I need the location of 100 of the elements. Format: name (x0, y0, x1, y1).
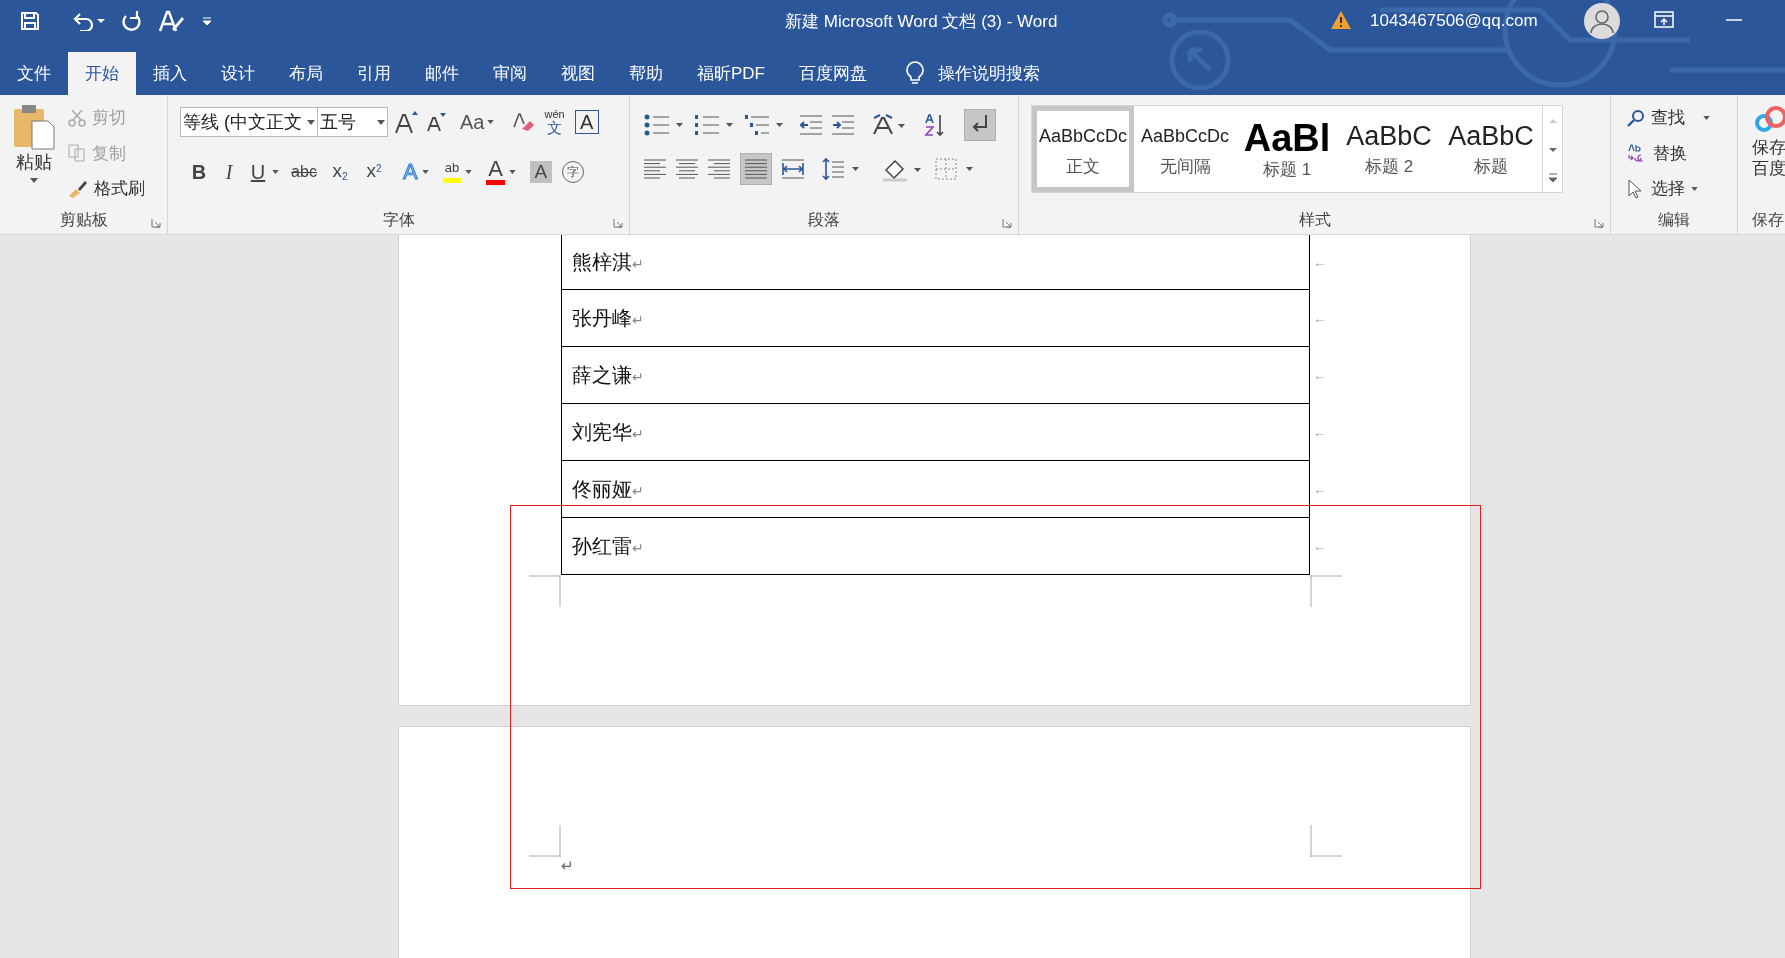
ribbon-tab[interactable]: 引用 (340, 52, 408, 95)
redo-icon[interactable] (120, 9, 142, 32)
brush-icon[interactable] (68, 179, 88, 198)
save-to-baidu-button[interactable]: 保存 百度 (1752, 137, 1785, 179)
align-left-icon[interactable] (644, 158, 666, 180)
spelling-icon[interactable] (158, 8, 184, 33)
group-label: 字体 (382, 210, 415, 230)
customize-icon[interactable] (202, 15, 212, 26)
dropdown-icon[interactable] (465, 169, 473, 174)
multilevel-list-icon[interactable] (744, 113, 784, 137)
strikethrough-button[interactable]: abc (287, 159, 321, 184)
character-border-button[interactable]: A (574, 110, 599, 134)
character-shading-button[interactable]: A (529, 160, 552, 183)
sort-icon[interactable] (924, 113, 946, 137)
numbering-icon[interactable] (694, 113, 734, 137)
style-item[interactable]: AaBl 标题 1 (1236, 106, 1338, 192)
account-name[interactable]: 1043467506@qq.com (1370, 8, 1538, 34)
ribbon-tab[interactable]: 开始 (68, 52, 136, 95)
highlight-button[interactable]: ab (442, 160, 462, 183)
undo-icon[interactable] (72, 10, 106, 31)
italic-button[interactable]: I (214, 156, 244, 187)
window-title: 新建 Microsoft Word 文档 (3) - Word (785, 11, 1058, 33)
ribbon-tab[interactable]: 福昕PDF (680, 52, 782, 95)
font-color-button[interactable]: A (486, 158, 505, 185)
ribbon-tab[interactable]: 插入 (136, 52, 204, 95)
ribbon-tab[interactable]: 邮件 (408, 52, 476, 95)
dropdown-icon[interactable] (1691, 186, 1698, 191)
margin-mark (529, 575, 561, 607)
line-spacing-icon[interactable] (822, 157, 860, 181)
style-item[interactable]: AaBbC 标题 (1440, 106, 1542, 192)
font-name-field[interactable]: 等线 (中文正文 (180, 107, 318, 137)
dropdown-icon[interactable] (272, 169, 279, 174)
lightbulb-icon[interactable] (906, 61, 924, 85)
change-case-button[interactable]: Aa (460, 107, 485, 137)
grow-font-icon[interactable] (394, 110, 418, 134)
ribbon-display-icon[interactable] (1654, 11, 1674, 28)
table-cell: 孙红雷↵ (561, 518, 1310, 575)
ribbon-tab[interactable]: 百度网盘 (782, 52, 884, 95)
select-button[interactable]: 选择 (1651, 176, 1685, 202)
subscript-button[interactable]: x$_{2}$ (327, 157, 353, 186)
justify-icon[interactable] (740, 153, 772, 185)
align-right-icon[interactable] (708, 158, 730, 180)
end-of-row-mark: ← (1313, 423, 1326, 442)
dialog-launcher-icon[interactable] (151, 218, 161, 228)
warning-icon[interactable] (1330, 10, 1352, 30)
group-label: 段落 (808, 210, 840, 230)
superscript-button[interactable]: x$^{2}$ (361, 157, 387, 186)
group-label: 编辑 (1658, 210, 1690, 230)
ribbon-tab[interactable]: 设计 (204, 52, 272, 95)
format-painter-button[interactable]: 格式刷 (94, 176, 145, 202)
end-of-row-mark: ← (1313, 253, 1326, 272)
paste-button[interactable]: 粘贴 (16, 151, 52, 174)
underline-button[interactable]: U (244, 156, 272, 187)
style-item[interactable]: AaBbC 标题 2 (1338, 106, 1440, 192)
save-icon[interactable] (20, 10, 40, 31)
ribbon-tab[interactable]: 审阅 (476, 52, 544, 95)
dropdown-icon[interactable] (1703, 115, 1710, 120)
distributed-icon[interactable] (782, 158, 804, 180)
avatar-icon[interactable] (1584, 3, 1620, 39)
bold-button[interactable]: B (184, 156, 214, 187)
tell-me-search[interactable]: 操作说明搜索 (924, 52, 1054, 95)
search-icon[interactable] (1627, 108, 1645, 127)
style-item[interactable]: AaBbCcDc 正文 (1032, 106, 1134, 192)
end-of-row-mark: ← (1313, 480, 1326, 499)
end-of-row-mark: ← (1313, 309, 1326, 328)
eraser-icon[interactable] (512, 111, 535, 133)
font-size-field[interactable]: 五号 (318, 107, 388, 137)
table-cell: 刘宪华↵ (561, 404, 1310, 461)
style-item[interactable]: AaBbCcDc 无间隔 (1134, 106, 1236, 192)
dropdown-icon[interactable] (307, 119, 315, 125)
paste-icon[interactable] (12, 103, 56, 151)
ribbon-tab[interactable]: 视图 (544, 52, 612, 95)
dialog-launcher-icon[interactable] (613, 218, 623, 228)
show-marks-icon[interactable] (964, 109, 996, 141)
decrease-indent-icon[interactable] (800, 114, 822, 136)
margin-mark (1310, 825, 1342, 857)
table-cell: 佟丽娅↵ (561, 461, 1310, 518)
table-cell: 张丹峰↵ (561, 290, 1310, 347)
ribbon-tab[interactable]: 帮助 (612, 52, 680, 95)
dropdown-icon[interactable] (30, 177, 38, 183)
phonetic-guide-button[interactable]: wén 文 (544, 109, 565, 135)
dropdown-icon[interactable] (377, 119, 385, 125)
ribbon-tab[interactable]: 布局 (272, 52, 340, 95)
dropdown-icon[interactable] (421, 169, 429, 174)
dialog-launcher-icon[interactable] (1594, 218, 1604, 228)
dropdown-icon[interactable] (487, 120, 495, 124)
table-cell: 薛之谦↵ (561, 347, 1310, 404)
paragraph-mark: ↵ (561, 856, 574, 876)
dialog-launcher-icon[interactable] (1002, 218, 1012, 228)
center-icon[interactable] (676, 158, 698, 180)
ribbon-tab[interactable]: 文件 (0, 52, 68, 95)
shrink-font-icon[interactable] (426, 112, 446, 132)
text-direction-icon[interactable] (872, 114, 906, 136)
bullets-icon[interactable] (644, 113, 684, 137)
dropdown-icon[interactable] (508, 169, 516, 174)
end-of-row-mark: ← (1313, 537, 1326, 556)
find-button[interactable]: 查找 (1651, 105, 1685, 131)
increase-indent-icon[interactable] (832, 114, 854, 136)
group-label: 样式 (1298, 210, 1331, 230)
replace-button[interactable]: 替换 (1653, 140, 1687, 166)
